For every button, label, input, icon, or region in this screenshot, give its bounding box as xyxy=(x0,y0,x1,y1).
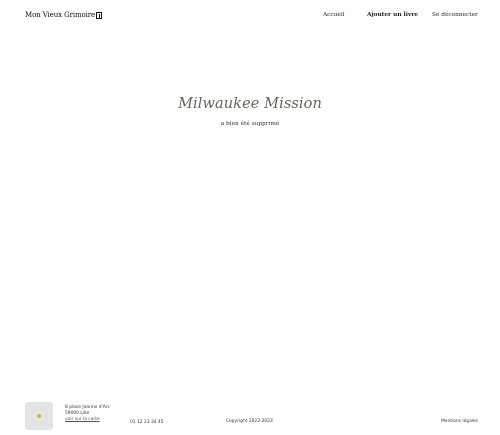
logo-text: Mon Vieux Grimoire xyxy=(25,11,96,19)
copyright-text: Copyright 2022-2023 xyxy=(226,419,273,424)
deleted-book-title: Milwaukee Mission xyxy=(178,96,322,112)
site-footer: 8 place Jeanne d'Arc 59000 Lille voir su… xyxy=(0,395,500,435)
legal-notice-link[interactable]: Mentions légales xyxy=(441,419,478,424)
site-logo[interactable]: Mon Vieux Grimoire xyxy=(25,11,103,19)
book-icon xyxy=(96,11,103,19)
nav-add-book-link[interactable]: Ajouter un livre xyxy=(367,12,418,18)
nav-home-link[interactable]: Accueil xyxy=(323,12,345,18)
deletion-message: a bien été supprimé xyxy=(220,121,280,127)
nav-logout-link[interactable]: Se déconnecter xyxy=(432,12,478,18)
address-block: 8 place Jeanne d'Arc 59000 Lille voir su… xyxy=(65,405,110,423)
map-pin-icon xyxy=(37,414,41,418)
site-header: Mon Vieux Grimoire Accueil Ajouter un li… xyxy=(0,0,500,32)
map-link[interactable]: voir sur la carte xyxy=(65,417,110,423)
phone-number: 01 12 23 34 45 xyxy=(130,420,164,425)
map-thumbnail[interactable] xyxy=(25,402,53,430)
